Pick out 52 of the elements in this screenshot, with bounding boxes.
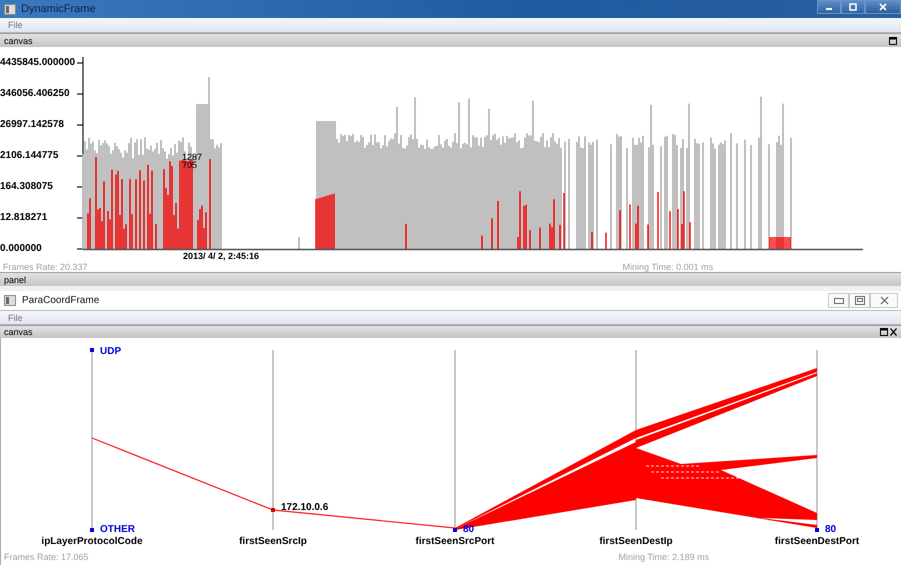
axis-name-label: firstSeenDestIp — [599, 536, 673, 547]
axis-name-label: firstSeenDestPort — [774, 536, 860, 547]
axis-value-label: 172.10.0.6 — [281, 502, 328, 513]
axis-value-label: UDP — [100, 346, 122, 357]
mining-time-text: Mining Time: 0.001 ms — [622, 262, 714, 272]
annotation-label: 1287 — [182, 152, 202, 162]
window-title: DynamicFrame — [21, 3, 96, 15]
restore-icon[interactable] — [889, 36, 897, 44]
maximize-button[interactable] — [841, 0, 865, 14]
annotation-label: 705 — [182, 160, 198, 170]
panel-title: canvas — [4, 327, 33, 337]
axis-name-label: firstSeenSrcPort — [416, 536, 494, 547]
axis-value-label: 80 — [463, 524, 474, 535]
panel-title: canvas — [4, 36, 33, 46]
restore-icon[interactable] — [880, 328, 888, 336]
mining-time-text: Mining Time: 2.189 ms — [618, 552, 710, 562]
menu-item[interactable]: File — [8, 312, 23, 322]
maximize-icon — [849, 3, 857, 11]
window-title: ParaCoordFrame — [22, 295, 100, 306]
close-icon — [880, 296, 888, 305]
maximize-icon — [854, 296, 864, 305]
minimize-button[interactable] — [828, 293, 849, 308]
axis-point-marker — [90, 348, 94, 352]
app-icon — [4, 4, 16, 14]
axis-value-label: OTHER — [100, 524, 135, 535]
close-button[interactable] — [865, 0, 901, 14]
axis-point-marker — [90, 528, 94, 532]
axis-tick-label: 26997.142578 — [0, 118, 65, 132]
close-button[interactable] — [870, 293, 898, 308]
close-icon — [879, 3, 887, 11]
axis-value-label: 80 — [825, 524, 836, 535]
frame-rate-text: Frames Rate: 20.337 — [2, 262, 88, 272]
close-icon[interactable] — [890, 328, 897, 336]
app-icon — [4, 295, 16, 306]
minimize-icon — [834, 298, 844, 304]
menu-item[interactable]: File — [8, 20, 23, 30]
axis-point-marker — [271, 508, 275, 512]
axis-point-marker — [453, 528, 457, 532]
axis-tick-label: 346056.406250 — [0, 87, 71, 101]
axis-name-label: firstSeenSrcIp — [239, 536, 307, 547]
minimize-button[interactable] — [817, 0, 841, 14]
time-label: 2013/ 4/ 2, 2:45:16 — [183, 251, 260, 261]
axis-tick-label: 164.308075 — [0, 180, 54, 194]
axis-point-marker — [815, 528, 819, 532]
maximize-button[interactable] — [849, 293, 870, 308]
axis-tick-label: 0.000000 — [0, 242, 43, 256]
axis-tick-label: 12.818271 — [0, 211, 48, 225]
axis-tick-label: 4435845.000000 — [0, 56, 76, 70]
frame-rate-text: Frames Rate: 17.065 — [3, 552, 89, 562]
axis-name-label: ipLayerProtocolCode — [41, 536, 143, 547]
panel-title: panel — [4, 274, 26, 284]
axis-tick-label: 2106.144775 — [0, 149, 60, 163]
